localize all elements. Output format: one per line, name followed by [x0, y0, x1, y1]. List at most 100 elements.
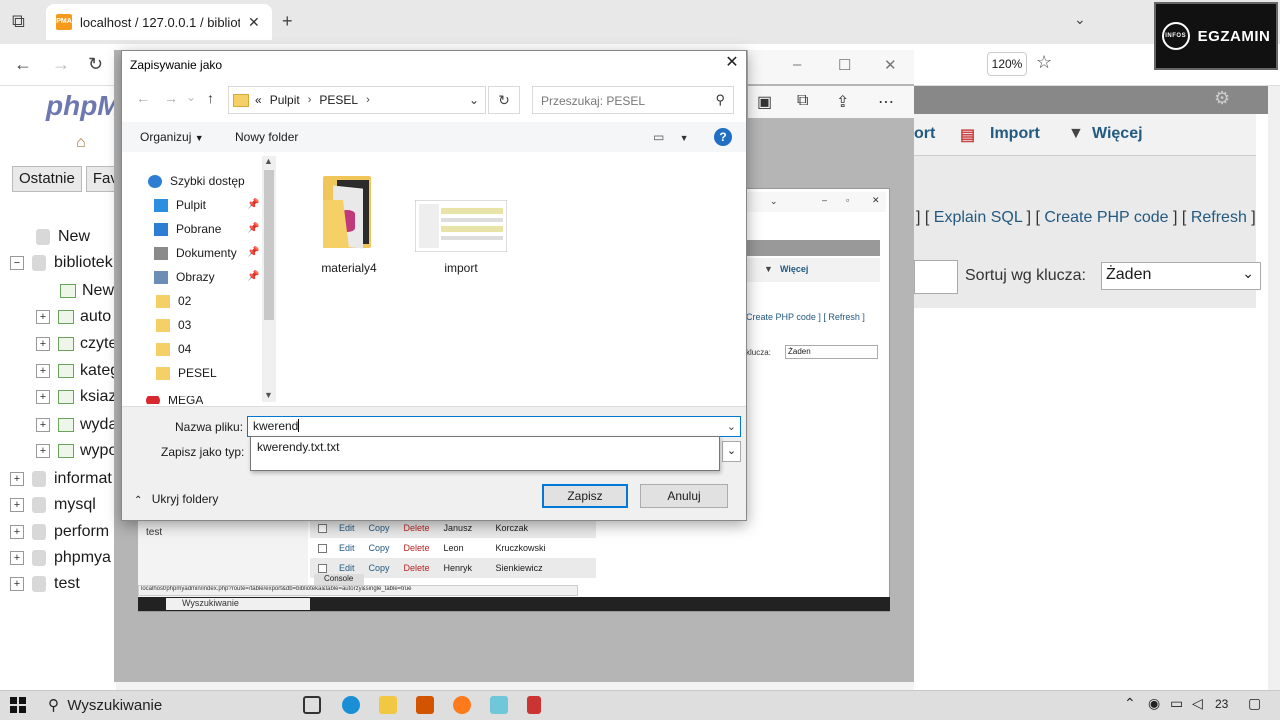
expand-icon[interactable]: + [10, 577, 24, 591]
scroll-up-icon[interactable]: ▲ [264, 156, 273, 166]
nav-item[interactable]: Obrazy [154, 270, 215, 284]
recorder-app-icon[interactable] [527, 696, 541, 714]
view-options-icon[interactable]: ▭ ▼ [653, 130, 689, 144]
page-scrollbar[interactable] [1268, 86, 1280, 690]
copy-icon[interactable]: ⧉ [797, 92, 808, 110]
filename-input[interactable]: kwerend ⌄ [247, 416, 741, 437]
task-view-icon[interactable] [303, 696, 321, 714]
file-type-dropdown-icon[interactable]: ⌄ [722, 441, 741, 462]
save-page-icon[interactable]: ▣ [757, 92, 772, 112]
tab-close-icon[interactable]: ✕ [248, 14, 260, 31]
recent-chevron-icon[interactable]: ⌄ [186, 90, 196, 104]
tree-item[interactable]: New [36, 228, 90, 246]
network-icon[interactable]: ▭ [1170, 695, 1183, 712]
maximize-icon[interactable]: ☐ [838, 56, 851, 74]
zoom-level[interactable]: 120% [987, 52, 1027, 76]
expand-icon[interactable]: + [10, 525, 24, 539]
cancel-button[interactable]: Anuluj [640, 484, 728, 508]
nav-item[interactable]: PESEL [156, 366, 217, 380]
expand-icon[interactable]: + [36, 310, 50, 324]
expand-icon[interactable]: + [36, 337, 50, 351]
settings-gear-icon[interactable]: ⚙ [1214, 88, 1230, 109]
nav-item[interactable]: Szybki dostęp [148, 174, 245, 188]
file-item-image[interactable]: import [406, 199, 516, 275]
tree-item[interactable]: + test [10, 575, 80, 593]
minimize-icon[interactable]: – [793, 56, 801, 73]
expand-icon[interactable]: + [36, 444, 50, 458]
firefox-app-icon[interactable] [453, 696, 471, 714]
tree-item[interactable]: + perform [10, 523, 109, 541]
organize-button[interactable]: Organizuj ▼ [140, 130, 204, 144]
tree-item[interactable]: New [60, 282, 114, 300]
tree-item[interactable]: + auto [36, 308, 111, 326]
browser-tab[interactable]: PMA localhost / 127.0.0.1 / bibliotek ✕ [46, 4, 272, 40]
taskbar-clock[interactable]: 23 [1215, 697, 1228, 711]
tab-list-chevron-icon[interactable]: ⌄ [1074, 11, 1086, 28]
nav-item[interactable]: Pobrane [154, 222, 221, 236]
dialog-close-icon[interactable]: ✕ [722, 52, 742, 74]
expand-icon[interactable]: − [10, 256, 24, 270]
sort-key-select[interactable]: Żaden ⌄ [1101, 262, 1261, 290]
create-php-link[interactable]: Create PHP code [1044, 209, 1168, 226]
share-icon[interactable]: ⇪ [836, 92, 849, 112]
scroll-down-icon[interactable]: ▼ [264, 390, 273, 400]
edge-app-icon[interactable] [342, 696, 360, 714]
expand-icon[interactable]: + [10, 472, 24, 486]
new-tab-button[interactable]: + [282, 11, 293, 32]
xampp-app-icon[interactable] [416, 696, 434, 714]
path-segment-pesel[interactable]: PESEL [319, 93, 358, 107]
tree-item[interactable]: + czyte [36, 335, 117, 353]
back-icon[interactable]: ← [14, 54, 32, 75]
tree-item[interactable]: + phpmya [10, 549, 111, 567]
notepad-app-icon[interactable] [490, 696, 508, 714]
file-item-folder[interactable]: materialy4 [294, 170, 404, 275]
reload-icon[interactable]: ↻ [88, 54, 103, 75]
refresh-link[interactable]: Refresh [1191, 209, 1247, 226]
dialog-back-icon[interactable]: ← [136, 90, 150, 106]
window-close-icon[interactable]: ✕ [884, 56, 897, 74]
more-dots-icon[interactable]: ⋯ [878, 92, 894, 112]
tree-item[interactable]: + mysql [10, 496, 96, 514]
notifications-icon[interactable]: ▢ [1248, 695, 1261, 712]
nav-item[interactable]: Dokumenty [154, 246, 237, 260]
save-button[interactable]: Zapisz [542, 484, 628, 508]
path-segment-pulpit[interactable]: Pulpit [270, 93, 300, 107]
tree-item[interactable]: + informat [10, 470, 112, 488]
nav-item[interactable]: 02 [156, 294, 191, 308]
tree-item[interactable]: + ksiaz [36, 388, 116, 406]
windows-start-icon[interactable] [10, 697, 26, 713]
home-icon[interactable]: ⌂ [76, 134, 86, 152]
expand-icon[interactable]: + [36, 418, 50, 432]
menu-export[interactable]: ort [914, 125, 935, 143]
tray-app-icon[interactable]: ◉ [1148, 695, 1160, 712]
address-bar[interactable]: « Pulpit › PESEL › ⌄ [228, 86, 486, 114]
nav-item[interactable]: 04 [156, 342, 191, 356]
forward-icon[interactable]: → [52, 54, 70, 75]
favorite-star-icon[interactable]: ☆ [1036, 52, 1052, 73]
folder-search-input[interactable]: Przeszukaj: PESEL ⚲ [532, 86, 734, 114]
dialog-forward-icon[interactable]: → [164, 90, 178, 106]
chevron-down-icon[interactable]: ⌄ [727, 420, 736, 433]
taskbar-search[interactable]: ⚲ Wyszukiwanie [48, 696, 162, 714]
autocomplete-item[interactable]: kwerendy.txt.txt [257, 440, 339, 454]
expand-icon[interactable]: + [36, 364, 50, 378]
explain-sql-link[interactable]: Explain SQL [934, 209, 1022, 226]
tab-actions-icon[interactable]: ⧉ [12, 11, 25, 32]
rows-input[interactable] [914, 260, 958, 294]
filename-autocomplete[interactable]: kwerendy.txt.txt [250, 436, 720, 471]
menu-import[interactable]: Import [990, 125, 1040, 143]
nav-item[interactable]: 03 [156, 318, 191, 332]
tree-item[interactable]: + wypo [36, 442, 117, 460]
tree-item[interactable]: + wyda [36, 416, 117, 434]
tray-chevron-icon[interactable]: ⌃ [1124, 695, 1136, 712]
dialog-refresh-icon[interactable]: ↻ [488, 86, 520, 114]
nav-item[interactable]: MEGA [146, 396, 203, 404]
menu-more[interactable]: Więcej [1092, 125, 1143, 143]
nav-scroll-thumb[interactable] [264, 170, 274, 320]
hide-folders-toggle[interactable]: ⌃ Ukryj foldery [134, 492, 218, 506]
help-icon[interactable]: ? [714, 128, 732, 146]
tab-recent[interactable]: Ostatnie [12, 166, 82, 192]
nav-item[interactable]: Pulpit [154, 198, 206, 212]
volume-icon[interactable]: ◁ [1192, 695, 1203, 712]
address-dropdown-icon[interactable]: ⌄ [469, 93, 479, 107]
